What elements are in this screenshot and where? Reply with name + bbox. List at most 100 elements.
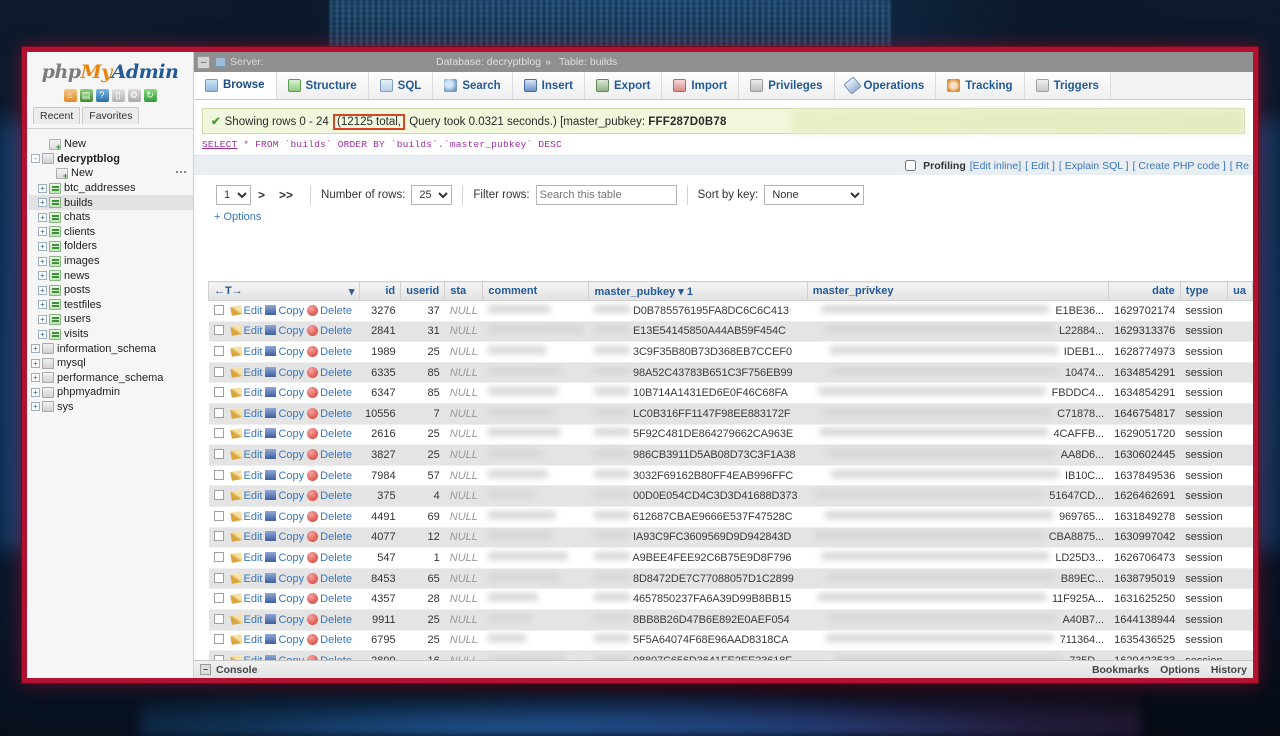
edit-icon[interactable] (230, 305, 242, 316)
tree-expand-icon[interactable]: + (31, 402, 40, 411)
row-actions[interactable]: EditCopyDelete (209, 589, 360, 610)
column-header-type[interactable]: type (1180, 282, 1227, 301)
delete-icon[interactable] (307, 634, 318, 645)
edit-link[interactable]: Edit (244, 531, 263, 543)
delete-icon[interactable] (307, 490, 318, 501)
tree-item-mysql[interactable]: +mysql (29, 356, 193, 371)
edit-link[interactable]: Edit (244, 305, 263, 317)
delete-link[interactable]: Delete (320, 387, 352, 399)
delete-link[interactable]: Delete (320, 573, 352, 585)
column-header-id[interactable]: id (360, 282, 401, 301)
copy-link[interactable]: Copy (278, 552, 304, 564)
tab-structure[interactable]: Structure (277, 72, 369, 99)
table-row[interactable]: EditCopyDelete289916NULL 08807C656D3641F… (209, 651, 1253, 660)
result-navigation-controls[interactable]: 1 > >> Number of rows: 25 Filter rows: S… (194, 175, 1253, 205)
delete-icon[interactable] (307, 408, 318, 419)
copy-link[interactable]: Copy (278, 325, 304, 337)
copy-icon[interactable] (265, 449, 276, 459)
table-row[interactable]: EditCopyDelete633585NULL 98A52C43783B651… (209, 362, 1253, 383)
breadcrumb-server[interactable]: Server: (215, 56, 264, 68)
copy-link[interactable]: Copy (278, 408, 304, 420)
tree-expand-icon[interactable]: + (38, 315, 47, 324)
edit-icon[interactable] (230, 470, 242, 481)
tab-triggers[interactable]: Triggers (1025, 72, 1111, 99)
tree-expand-icon[interactable]: + (31, 373, 40, 382)
navigation-quick-icons[interactable]: ⌂ ▤ ? ▯ ⚙ ↻ (27, 89, 193, 102)
delete-icon[interactable] (307, 593, 318, 604)
create-php-code-link[interactable]: [ Create PHP code ] (1133, 160, 1226, 172)
copy-icon[interactable] (265, 593, 276, 603)
row-checkbox[interactable] (214, 552, 224, 562)
delete-icon[interactable] (307, 346, 318, 357)
row-actions[interactable]: EditCopyDelete (209, 342, 360, 363)
edit-icon[interactable] (230, 511, 242, 522)
sort-direction-marker[interactable]: ←T→ (214, 285, 243, 297)
row-actions[interactable]: EditCopyDelete (209, 362, 360, 383)
tree-item-clients[interactable]: +clients (29, 225, 193, 240)
tab-search[interactable]: Search (433, 72, 512, 99)
delete-icon[interactable] (307, 470, 318, 481)
row-checkbox[interactable] (214, 470, 224, 480)
delete-link[interactable]: Delete (320, 305, 352, 317)
edit-icon[interactable] (230, 408, 242, 419)
row-checkbox[interactable] (214, 428, 224, 438)
tree-collapse-icon[interactable]: - (31, 154, 40, 163)
help-icon[interactable]: ? (96, 89, 109, 102)
filter-rows-input[interactable] (536, 185, 677, 205)
row-actions[interactable]: EditCopyDelete (209, 630, 360, 651)
delete-link[interactable]: Delete (320, 593, 352, 605)
row-checkbox[interactable] (214, 367, 224, 377)
copy-icon[interactable] (265, 531, 276, 541)
delete-icon[interactable] (307, 367, 318, 378)
options-toggle[interactable]: + Options (194, 205, 1253, 227)
copy-link[interactable]: Copy (278, 634, 304, 646)
table-row[interactable]: EditCopyDelete798457NULL 3032F69162B80FF… (209, 465, 1253, 486)
copy-icon[interactable] (265, 408, 276, 418)
edit-link[interactable]: Edit (244, 325, 263, 337)
copy-icon[interactable] (265, 634, 276, 644)
tree-expand-icon[interactable]: + (31, 344, 40, 353)
database-tree[interactable]: New-decryptblogNew+btc_addresses+builds+… (27, 133, 193, 414)
delete-link[interactable]: Delete (320, 367, 352, 379)
edit-icon[interactable] (230, 614, 242, 625)
home-icon[interactable]: ⌂ (64, 89, 77, 102)
edit-link[interactable]: Edit (244, 367, 263, 379)
sort-indicator[interactable]: ▾ 1 (675, 286, 693, 298)
copy-icon[interactable] (265, 573, 276, 583)
next-page-button[interactable]: > (258, 188, 265, 202)
edit-link[interactable]: Edit (244, 387, 263, 399)
table-row[interactable]: EditCopyDelete407712NULL IA93C9FC3609569… (209, 527, 1253, 548)
chevron-down-icon[interactable]: ▾ (349, 285, 355, 298)
table-row[interactable]: EditCopyDelete845365NULL 8D8472DE7C77088… (209, 568, 1253, 589)
tree-item-images[interactable]: +images (29, 254, 193, 269)
table-row[interactable]: EditCopyDelete105567NULL LC0B316FF1147F9… (209, 403, 1253, 424)
edit-icon[interactable] (230, 387, 242, 398)
tree-expand-icon[interactable]: + (38, 184, 47, 193)
table-row[interactable]: EditCopyDelete435728NULL 4657850237FA6A3… (209, 589, 1253, 610)
edit-icon[interactable] (230, 552, 242, 563)
edit-icon[interactable] (230, 573, 242, 584)
results-table-header[interactable]: ←T→ ▾iduseridstacommentmaster_pubkey ▾ 1… (209, 282, 1253, 301)
delete-link[interactable]: Delete (320, 490, 352, 502)
row-actions[interactable]: EditCopyDelete (209, 424, 360, 445)
tree-expand-icon[interactable]: + (38, 257, 47, 266)
copy-link[interactable]: Copy (278, 387, 304, 399)
edit-link[interactable]: Edit (244, 428, 263, 440)
edit-link[interactable]: Edit (244, 593, 263, 605)
copy-link[interactable]: Copy (278, 490, 304, 502)
row-actions[interactable]: EditCopyDelete (209, 321, 360, 342)
table-row[interactable]: EditCopyDelete382725NULL 986CB3911D5AB08… (209, 445, 1253, 466)
page-select[interactable]: 1 (216, 185, 251, 205)
copy-link[interactable]: Copy (278, 614, 304, 626)
row-actions[interactable]: EditCopyDelete (209, 465, 360, 486)
tab-operations[interactable]: Operations (835, 72, 937, 99)
delete-icon[interactable] (307, 573, 318, 584)
column-header-ua[interactable]: ua (1228, 282, 1253, 301)
column-header-sta[interactable]: sta (445, 282, 483, 301)
console-bar[interactable]: – Console Bookmarks Options History (194, 660, 1253, 678)
copy-icon[interactable] (265, 305, 276, 315)
delete-icon[interactable] (307, 531, 318, 542)
edit-link[interactable]: Edit (244, 511, 263, 523)
row-actions[interactable]: EditCopyDelete (209, 301, 360, 322)
console-history[interactable]: History (1211, 664, 1247, 676)
